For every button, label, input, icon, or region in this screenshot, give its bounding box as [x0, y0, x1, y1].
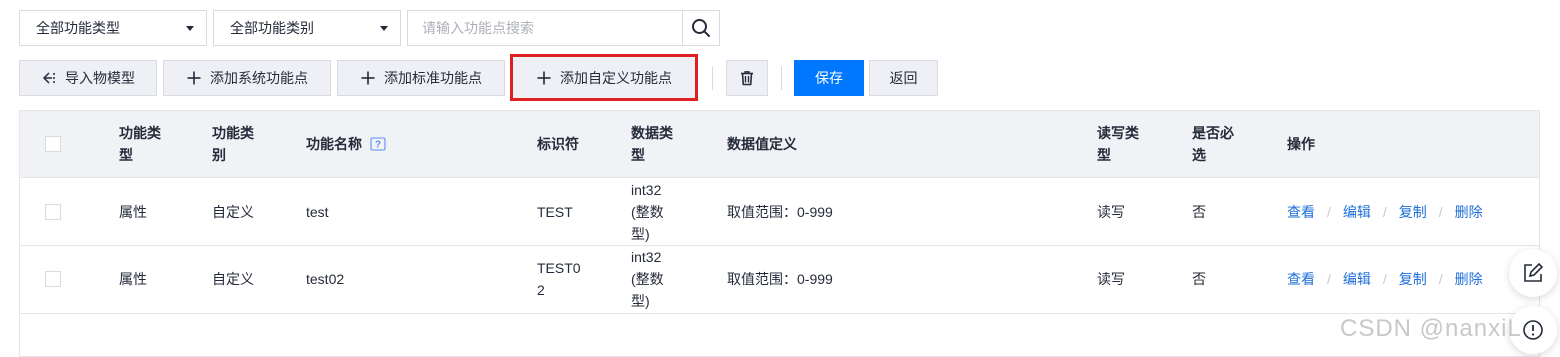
question-circle-icon	[1523, 320, 1543, 340]
header-function-type: 功能类 型	[119, 125, 161, 163]
row-divider	[20, 313, 1539, 314]
header-rw-type: 读写类 型	[1097, 125, 1139, 163]
function-type-select[interactable]: 全部功能类型	[19, 10, 207, 46]
row-function-category: 自定义	[212, 271, 254, 287]
import-model-label: 导入物模型	[65, 70, 135, 86]
row-checkbox[interactable]	[45, 204, 61, 220]
plus-icon	[186, 70, 202, 86]
row-data-definition: 取值范围：0-999	[727, 204, 833, 220]
row-required: 否	[1192, 271, 1206, 287]
row-identifier: TEST	[537, 204, 573, 220]
back-label: 返回	[889, 70, 918, 86]
search-input[interactable]	[408, 11, 682, 45]
copy-link[interactable]: 复制	[1399, 271, 1427, 287]
header-identifier: 标识符	[537, 136, 579, 152]
search-button[interactable]	[682, 11, 719, 45]
row-data-definition: 取值范围：0-999	[727, 271, 833, 287]
add-custom-function-button[interactable]: 添加自定义功能点	[510, 54, 698, 101]
row-function-type: 属性	[119, 271, 147, 287]
svg-text:?: ?	[375, 140, 381, 151]
edit-link[interactable]: 编辑	[1343, 271, 1371, 287]
delete-link[interactable]: 删除	[1455, 271, 1483, 287]
row-actions: 查看 / 编辑 / 复制 / 删除	[1287, 271, 1483, 287]
table-row: 属性 自定义 test02 TEST0 2 int32 (整数 型) 取值范围：…	[20, 246, 1539, 314]
row-identifier: TEST0 2	[537, 260, 581, 298]
header-function-name-label: 功能名称	[306, 136, 362, 152]
row-rw-type: 读写	[1097, 271, 1125, 287]
row-data-type: int32 (整数 型)	[631, 249, 664, 309]
plus-icon	[536, 70, 552, 86]
view-link[interactable]: 查看	[1287, 204, 1315, 220]
header-function-name: 功能名称 ?	[306, 133, 386, 155]
header-data-type: 数据类 型	[631, 125, 673, 163]
row-function-category: 自定义	[212, 204, 254, 220]
search-box	[407, 10, 720, 46]
header-function-category: 功能类 别	[212, 125, 254, 163]
function-type-select-value: 全部功能类型	[36, 20, 120, 36]
row-actions: 查看 / 编辑 / 复制 / 删除	[1287, 204, 1483, 220]
back-button[interactable]: 返回	[869, 60, 938, 96]
search-icon	[692, 19, 710, 37]
toolbar-divider	[712, 66, 713, 90]
help-icon[interactable]: ?	[370, 136, 386, 152]
function-category-select-value: 全部功能类别	[230, 20, 314, 36]
chevron-down-icon	[186, 25, 194, 31]
add-standard-function-label: 添加标准功能点	[384, 70, 482, 86]
edit-icon	[1524, 262, 1544, 282]
feedback-edit-button[interactable]	[1509, 249, 1557, 297]
header-data-definition: 数据值定义	[727, 136, 797, 152]
select-all-checkbox[interactable]	[45, 136, 61, 152]
save-button[interactable]: 保存	[794, 60, 864, 96]
table-row: 属性 自定义 test TEST int32 (整数 型) 取值范围：0-999…	[20, 178, 1539, 246]
plus-icon	[360, 70, 376, 86]
watermark: CSDN @nanxiL	[1340, 315, 1522, 342]
row-function-name: test02	[306, 271, 345, 287]
table-header: 功能类 型 功能类 别 功能名称 ? 标识符 数据类 型 数据值定义 读写类 型…	[20, 111, 1539, 178]
function-category-select[interactable]: 全部功能类别	[213, 10, 401, 46]
row-data-type: int32 (整数 型)	[631, 182, 664, 242]
toolbar-divider	[781, 66, 782, 90]
import-icon	[41, 70, 57, 86]
edit-link[interactable]: 编辑	[1343, 204, 1371, 220]
view-link[interactable]: 查看	[1287, 271, 1315, 287]
header-actions: 操作	[1287, 136, 1315, 152]
trash-icon	[739, 70, 755, 86]
add-standard-function-button[interactable]: 添加标准功能点	[337, 60, 505, 96]
add-system-function-button[interactable]: 添加系统功能点	[163, 60, 331, 96]
row-rw-type: 读写	[1097, 204, 1125, 220]
row-checkbox[interactable]	[45, 271, 61, 287]
save-label: 保存	[815, 70, 843, 86]
row-function-type: 属性	[119, 204, 147, 220]
add-custom-function-label: 添加自定义功能点	[560, 69, 672, 86]
add-system-function-label: 添加系统功能点	[210, 70, 308, 86]
chevron-down-icon	[380, 25, 388, 31]
delete-button[interactable]	[726, 60, 768, 96]
header-required: 是否必 选	[1192, 125, 1234, 163]
row-function-name: test	[306, 204, 329, 220]
import-model-button[interactable]: 导入物模型	[19, 60, 157, 96]
row-required: 否	[1192, 204, 1206, 220]
delete-link[interactable]: 删除	[1455, 204, 1483, 220]
function-table: 功能类 型 功能类 别 功能名称 ? 标识符 数据类 型 数据值定义 读写类 型…	[19, 110, 1540, 357]
copy-link[interactable]: 复制	[1399, 204, 1427, 220]
